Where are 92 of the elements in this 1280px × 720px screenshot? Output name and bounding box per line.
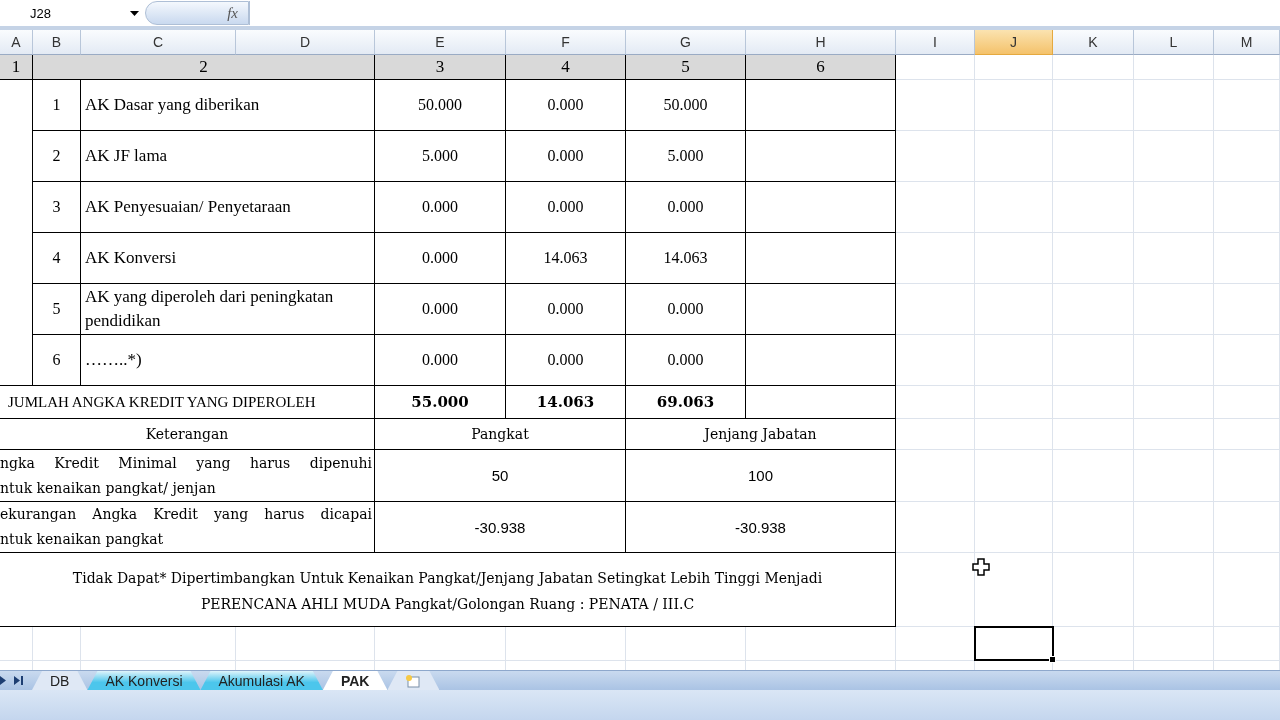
dropdown-caret-icon[interactable]: [130, 10, 139, 16]
column-header[interactable]: E: [375, 30, 506, 55]
table-cell: 14.063: [506, 386, 626, 419]
table-cell: 5.000: [375, 131, 506, 182]
table-cell: Jenjang Jabatan: [626, 419, 896, 450]
empty-cell: [33, 627, 81, 661]
table-cell: AK Penyesuaian/ Penyetaraan: [81, 182, 375, 233]
table-cell-text: ntuk kenaikan pangkat/ jenjan: [0, 478, 217, 498]
empty-cell: [1214, 335, 1280, 386]
table-cell: AK JF lama: [81, 131, 375, 182]
table-cell: 0.000: [506, 284, 626, 335]
cell-reference: J28: [30, 5, 51, 21]
table-cell: 0.000: [375, 182, 506, 233]
table-cell: 0.000: [375, 233, 506, 284]
column-header[interactable]: C: [81, 30, 236, 55]
table-cell: 14.063: [626, 233, 746, 284]
table-cell: AK Konversi: [81, 233, 375, 284]
active-cell[interactable]: [974, 626, 1054, 661]
table-cell: JUMLAH ANGKA KREDIT YANG DIPEROLEH: [0, 386, 375, 419]
table-cell: 0.000: [626, 182, 746, 233]
table-cell: 0.000: [506, 335, 626, 386]
empty-cell: [1214, 284, 1280, 335]
table-cell: 3: [375, 55, 506, 80]
table-cell: 5: [33, 284, 81, 335]
table-cell: 3: [33, 182, 81, 233]
table-cell-text: ekurangan Angka Kredit yang harus dicapai: [0, 505, 372, 524]
empty-cell: [1214, 55, 1280, 80]
table-cell: 4: [33, 233, 81, 284]
table-cell: 2: [33, 131, 81, 182]
name-box[interactable]: J28: [0, 1, 145, 25]
table-cell: ……..*): [81, 335, 375, 386]
column-header[interactable]: K: [1053, 30, 1134, 55]
table-cell: 5.000: [626, 131, 746, 182]
table-cell: 2: [33, 55, 375, 80]
column-header[interactable]: D: [236, 30, 375, 55]
table-cell: 14.063: [506, 233, 626, 284]
sheet-tab[interactable]: PAK: [322, 671, 388, 690]
table-cell: 0.000: [506, 131, 626, 182]
column-header[interactable]: I: [896, 30, 975, 55]
empty-cell: [1214, 627, 1280, 661]
table-cell: 6: [746, 55, 896, 80]
table-cell: 0.000: [626, 335, 746, 386]
column-header[interactable]: B: [33, 30, 81, 55]
table-cell: Keterangan: [0, 419, 375, 450]
table-cell: 1: [33, 80, 81, 131]
table-cell: AK yang diperoleh dari peningkatan pendidikan: [81, 284, 375, 335]
table-cell: 1: [0, 55, 33, 80]
insert-function-button[interactable]: fx: [145, 1, 249, 25]
table-cell: Pangkat: [375, 419, 626, 450]
empty-cell: [1214, 131, 1280, 182]
table-cell: 0.000: [375, 284, 506, 335]
table-cell: 5: [626, 55, 746, 80]
empty-cell: [0, 627, 33, 661]
table-cell: 100: [626, 450, 896, 502]
table-cell-text: ngka Kredit Minimal yang harus dipenuhi: [0, 453, 372, 473]
empty-cell: [1214, 450, 1280, 502]
empty-cell: [1214, 419, 1280, 450]
table-cell-text: ntuk kenaikan pangkat: [0, 530, 165, 549]
table-cell: -30.938: [375, 502, 626, 553]
table-cell: 69.063: [626, 386, 746, 419]
column-header[interactable]: M: [1214, 30, 1280, 55]
sheet-tab[interactable]: AK Konversi: [87, 671, 201, 690]
empty-cell: [1214, 386, 1280, 419]
empty-cell: [1214, 80, 1280, 131]
table-cell: 50.000: [375, 80, 506, 131]
table-cell: 55.000: [375, 386, 506, 419]
sheet-tab[interactable]: DB: [32, 671, 88, 690]
empty-cell: [1214, 182, 1280, 233]
column-header[interactable]: G: [626, 30, 746, 55]
table-cell: 0.000: [375, 335, 506, 386]
column-header[interactable]: A: [0, 30, 33, 55]
column-header[interactable]: L: [1134, 30, 1214, 55]
column-header[interactable]: H: [746, 30, 896, 55]
table-cell: 50.000: [626, 80, 746, 131]
column-header[interactable]: J: [975, 30, 1053, 55]
table-cell: 0.000: [506, 80, 626, 131]
table-cell: AK Dasar yang diberikan: [81, 80, 375, 131]
column-header[interactable]: F: [506, 30, 626, 55]
table-cell: -30.938: [626, 502, 896, 553]
table-cell: 0.000: [626, 284, 746, 335]
next-sheet-icon[interactable]: [0, 676, 6, 685]
table-cell: 4: [506, 55, 626, 80]
last-sheet-icon[interactable]: [14, 676, 24, 685]
cross-cursor-icon: [972, 558, 990, 576]
table-cell: 50: [375, 450, 626, 502]
note-text: Tidak Dapat* Dipertimbangkan Untuk Kenaikan Pangkat/Jenjang Jabatan Setingkat Lebih Tinggi Menjadi PERENCANA AHLI MUDA Pangkat/Golongan Ruang : PENATA / III.C: [0, 553, 896, 627]
table-cell: 0.000: [506, 182, 626, 233]
table-cell: 6: [33, 335, 81, 386]
empty-cell: [1214, 233, 1280, 284]
new-sheet-icon: [405, 673, 422, 688]
empty-cell: [1214, 502, 1280, 553]
sheet-tab[interactable]: Akumulasi AK: [200, 671, 323, 690]
